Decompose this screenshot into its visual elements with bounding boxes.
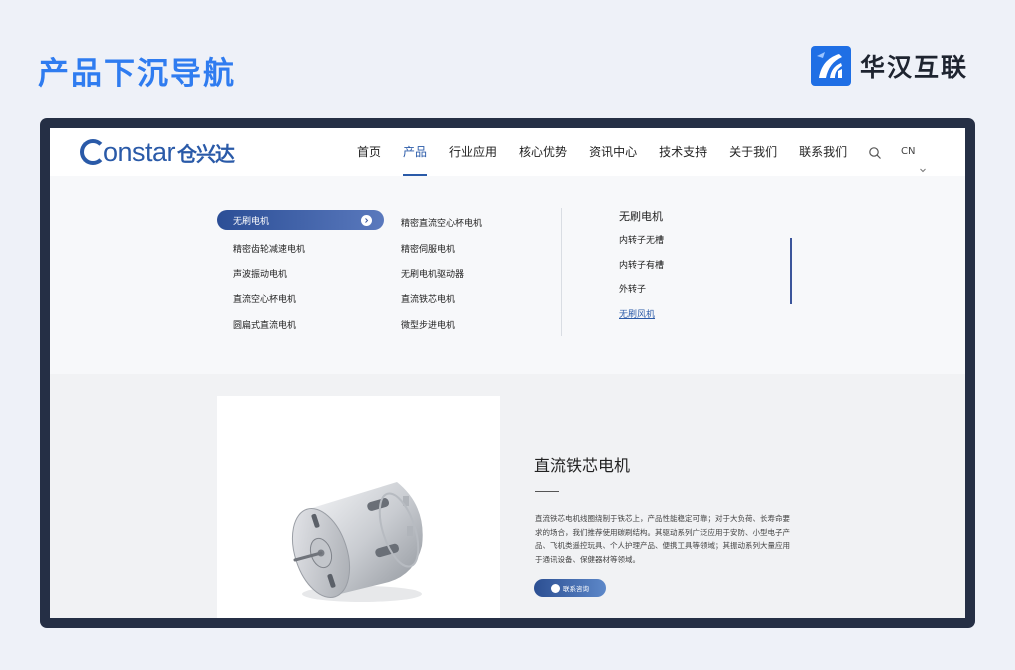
submenu-list: 内转子无槽 内转子有槽 外转子 无刷风机	[619, 234, 664, 332]
monitor-frame: onstar 仓兴达 首页 产品 行业应用 核心优势 资讯中心 技术支持 关于我…	[40, 118, 975, 628]
contact-consult-button[interactable]: 联系咨询	[534, 579, 606, 597]
mega-menu-column-2: 精密直流空心杯电机 精密伺服电机 无刷电机驱动器 直流铁芯电机 微型步进电机	[385, 210, 482, 337]
mega-menu-item[interactable]: 直流铁芯电机	[385, 286, 482, 311]
site-header: onstar 仓兴达 首页 产品 行业应用 核心优势 资讯中心 技术支持 关于我…	[50, 128, 965, 176]
nav-item-products[interactable]: 产品	[392, 128, 438, 176]
chevron-down-icon	[919, 148, 927, 173]
brand-logo-icon	[811, 46, 851, 86]
submenu-item[interactable]: 内转子无槽	[619, 234, 664, 259]
mega-menu-column-1: 无刷电机 精密齿轮减速电机 声波振动电机 直流空心杯电机 圆扁式直流电机	[217, 210, 384, 337]
submenu-item[interactable]: 外转子	[619, 283, 664, 308]
mega-menu-item[interactable]: 直流空心杯电机	[217, 286, 384, 311]
products-mega-menu: 无刷电机 精密齿轮减速电机 声波振动电机 直流空心杯电机 圆扁式直流电机 精密直…	[50, 176, 965, 374]
mega-menu-item[interactable]: 精密齿轮减速电机	[217, 235, 384, 260]
submenu-scrollbar[interactable]	[790, 238, 792, 304]
search-icon[interactable]	[868, 145, 882, 159]
product-description: 直流铁芯电机线圈绕制于铁芯上，产品性能稳定可靠；对于大负荷、长寿命要求的场合，我…	[535, 514, 790, 565]
motor-image	[291, 482, 423, 602]
slide-title: 产品下沉导航	[38, 56, 236, 92]
consult-button-label: 联系咨询	[563, 585, 589, 593]
mega-menu-item-label: 无刷电机	[233, 216, 270, 227]
mega-menu-divider	[561, 208, 562, 336]
submenu-title: 无刷电机	[619, 210, 663, 223]
nav-item-advantages[interactable]: 核心优势	[508, 128, 578, 176]
site-logo[interactable]: onstar 仓兴达	[80, 136, 235, 167]
product-title: 直流铁芯电机	[534, 456, 631, 475]
chat-bubble-icon	[551, 583, 560, 593]
mega-menu-item[interactable]: 无刷电机驱动器	[385, 261, 482, 286]
nav-item-about[interactable]: 关于我们	[718, 128, 788, 176]
title-divider	[535, 491, 559, 492]
mega-menu-item-selected[interactable]: 无刷电机	[217, 210, 384, 230]
mega-menu-item[interactable]: 微型步进电机	[385, 312, 482, 337]
mega-menu-item[interactable]: 精密伺服电机	[385, 235, 482, 260]
nav-item-support[interactable]: 技术支持	[648, 128, 718, 176]
logo-latin-text: onstar	[103, 136, 176, 167]
mega-menu-item[interactable]: 精密直流空心杯电机	[385, 210, 482, 235]
nav-item-industry[interactable]: 行业应用	[438, 128, 508, 176]
logo-cn-text: 仓兴达	[177, 141, 235, 166]
product-image-card	[217, 396, 500, 618]
language-switcher[interactable]: CN	[901, 128, 927, 176]
submenu-item-current[interactable]: 无刷风机	[619, 308, 664, 333]
chevron-right-icon	[361, 214, 372, 226]
mega-menu-item[interactable]: 圆扁式直流电机	[217, 312, 384, 337]
submenu-item[interactable]: 内转子有槽	[619, 259, 664, 284]
nav-item-home[interactable]: 首页	[346, 128, 392, 176]
nav-item-news[interactable]: 资讯中心	[578, 128, 648, 176]
product-showcase: 直流铁芯电机 直流铁芯电机线圈绕制于铁芯上，产品性能稳定可靠；对于大负荷、长寿命…	[50, 374, 965, 618]
brand-name: 华汉互联	[860, 53, 969, 82]
brand-logo: 华汉互联	[811, 46, 968, 86]
mega-menu-item[interactable]: 声波振动电机	[217, 261, 384, 286]
nav-item-contact[interactable]: 联系我们	[788, 128, 858, 176]
language-label: CN	[901, 146, 916, 157]
main-nav: 首页 产品 行业应用 核心优势 资讯中心 技术支持 关于我们 联系我们	[346, 128, 858, 176]
website-screen: onstar 仓兴达 首页 产品 行业应用 核心优势 资讯中心 技术支持 关于我…	[50, 128, 965, 618]
